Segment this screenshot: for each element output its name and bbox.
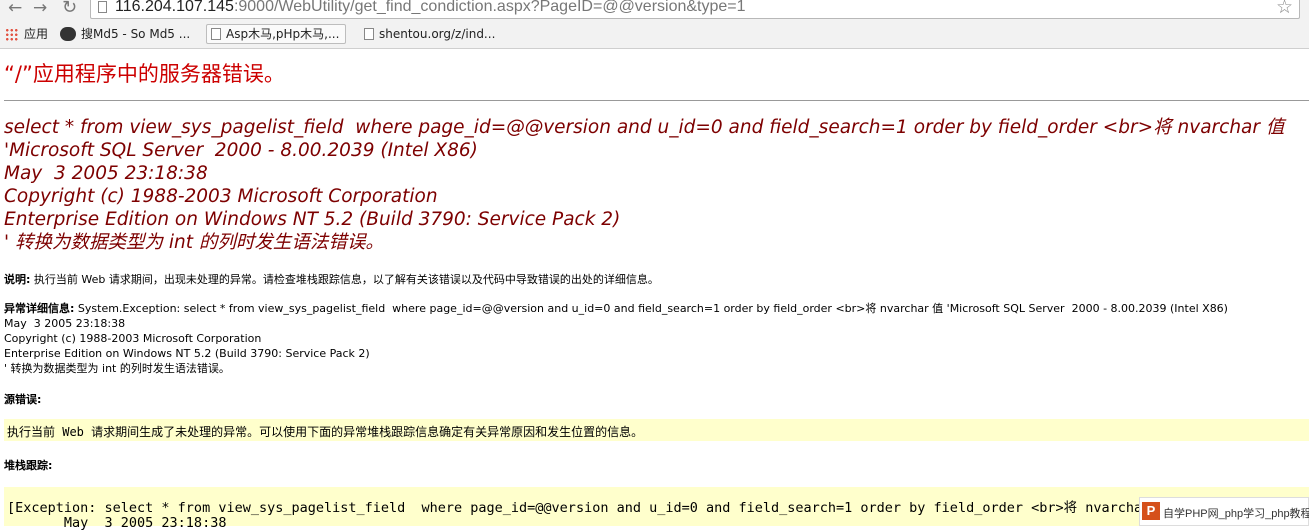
source-error-box: 执行当前 Web 请求期间生成了未处理的异常。可以使用下面的异常堆栈跟踪信息确定… (4, 419, 1309, 441)
address-bar[interactable]: 116.204.107.145:9000/WebUtility/get_find… (90, 0, 1300, 19)
bookmark-asp[interactable]: Asp木马,pHp木马,... (206, 24, 347, 44)
error-line: Copyright (c) 1988-2003 Microsoft Corpor… (4, 186, 438, 207)
exception-first-line: System.Exception: select * from view_sys… (74, 302, 1228, 315)
browser-toolbar: ← → ↻ 116.204.107.145:9000/WebUtility/ge… (0, 0, 1309, 20)
bookmark-star-icon[interactable]: ☆ (1276, 0, 1293, 18)
error-line: ' 转换为数据类型为 int 的列时发生语法错误。 (4, 232, 384, 253)
watermark-badge: P 自学PHP网_php学习_php教程 (1139, 497, 1309, 526)
divider (4, 100, 1309, 101)
bookmark-apps[interactable]: 应用 (24, 25, 48, 43)
watermark-text: 自学PHP网_php学习_php教程 (1163, 508, 1309, 520)
reload-icon[interactable]: ↻ (62, 0, 77, 18)
description-label: 说明: (4, 273, 31, 286)
exception-label: 异常详细信息: (4, 302, 75, 315)
error-line: Enterprise Edition on Windows NT 5.2 (Bu… (4, 209, 621, 230)
bookmark-md5[interactable]: 搜Md5 - So Md5 ... (60, 25, 190, 43)
url-text[interactable]: 116.204.107.145:9000/WebUtility/get_find… (115, 0, 746, 16)
stack-trace-text: [Exception: select * from view_sys_pagel… (7, 500, 1151, 531)
page-icon (364, 28, 374, 40)
page-title: “/”应用程序中的服务器错误。 (4, 62, 285, 86)
error-line: select * from view_sys_pagelist_field wh… (4, 117, 1285, 138)
page-icon (211, 28, 221, 40)
error-line: May 3 2005 23:18:38 (4, 163, 208, 184)
php-logo-icon: P (1142, 502, 1160, 520)
source-error-text: 执行当前 Web 请求期间生成了未处理的异常。可以使用下面的异常堆栈跟踪信息确定… (7, 425, 644, 439)
bookmark-shentou[interactable]: shentou.org/z/ind... (364, 25, 495, 43)
description-text: 执行当前 Web 请求期间，出现未处理的异常。请检查堆栈跟踪信息，以了解有关该错… (30, 273, 659, 286)
stack-trace-box: [Exception: select * from view_sys_pagel… (4, 487, 1309, 531)
exception-details: 异常详细信息: System.Exception: select * from … (4, 301, 1228, 376)
description: 说明: 执行当前 Web 请求期间，出现未处理的异常。请检查堆栈跟踪信息，以了解… (4, 271, 659, 287)
error-message: select * from view_sys_pagelist_field wh… (4, 116, 1284, 254)
md5-site-icon (60, 27, 76, 41)
forward-arrow-icon[interactable]: → (33, 0, 47, 18)
exception-rest: May 3 2005 23:18:38 Copyright (c) 1988-2… (4, 317, 370, 375)
apps-grid-icon[interactable] (5, 28, 18, 41)
stack-trace-heading: 堆栈跟踪: (4, 459, 53, 472)
source-error-heading: 源错误: (4, 393, 42, 406)
page-icon (98, 1, 107, 13)
back-arrow-icon[interactable]: ← (8, 0, 22, 18)
bookmarks-bar: 应用 搜Md5 - So Md5 ... Asp木马,pHp木马,... she… (0, 20, 1309, 49)
error-line: 'Microsoft SQL Server 2000 - 8.00.2039 (… (4, 140, 478, 161)
